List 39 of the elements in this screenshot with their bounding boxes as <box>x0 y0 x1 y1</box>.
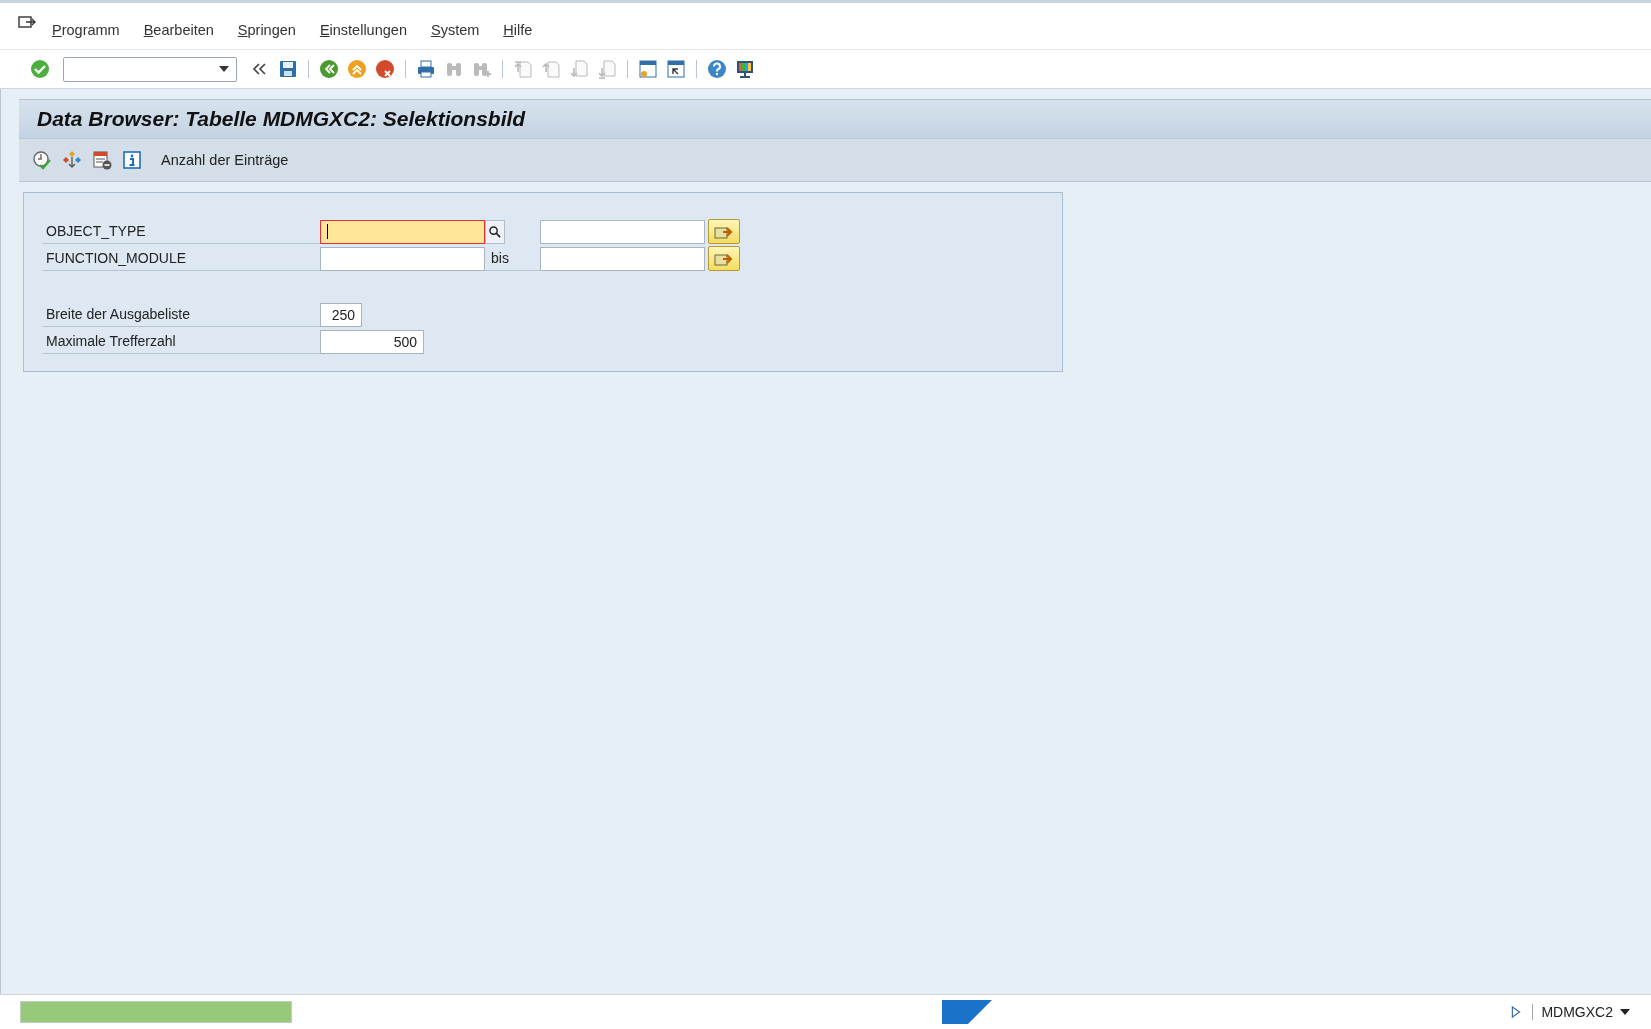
input-field[interactable] <box>540 246 705 271</box>
menu-item[interactable]: System <box>418 22 492 38</box>
menu-item[interactable]: Bearbeiten <box>131 22 226 38</box>
list-delete-icon[interactable] <box>91 149 113 171</box>
input-field[interactable] <box>540 219 705 244</box>
menu-item[interactable]: Einstellungen <box>307 22 419 38</box>
menu-item[interactable]: Springen <box>225 22 308 38</box>
clock-check-icon[interactable] <box>31 149 53 171</box>
field-label: Breite der Ausgabeliste <box>42 302 320 327</box>
multiple-selection-button[interactable] <box>708 246 740 271</box>
window-shortcut-icon[interactable] <box>665 58 687 80</box>
search-icon[interactable] <box>487 223 503 240</box>
dropdown-caret-icon[interactable] <box>1619 1008 1631 1016</box>
save-icon[interactable] <box>277 58 299 80</box>
input-field[interactable] <box>320 219 485 244</box>
field-label: Maximale Trefferzahl <box>42 329 320 354</box>
entry-count-button[interactable]: Anzahl der Einträge <box>157 150 293 170</box>
field-label: OBJECT_TYPE <box>42 219 320 244</box>
info-icon[interactable] <box>121 149 143 171</box>
check-icon[interactable] <box>29 58 51 80</box>
cancel-icon[interactable] <box>374 58 396 80</box>
menu-item[interactable]: Hilfe <box>491 22 545 38</box>
command-field[interactable] <box>63 56 237 82</box>
logo-icon <box>942 1000 992 1024</box>
screen-title: Data Browser: Tabelle MDMGXC2: Selektionsbild <box>19 99 1651 138</box>
back-icon[interactable] <box>318 58 340 80</box>
menu-item[interactable]: Programm <box>40 22 132 38</box>
print-icon[interactable] <box>415 58 437 80</box>
field-label: FUNCTION_MODULE <box>42 246 320 271</box>
help-icon[interactable] <box>706 58 728 80</box>
input-field[interactable]: 250 <box>320 302 362 327</box>
new-window-icon[interactable] <box>637 58 659 80</box>
input-field[interactable]: 500 <box>320 329 424 354</box>
session-info[interactable]: MDMGXC2 <box>1541 1004 1613 1020</box>
exit-icon[interactable] <box>346 58 368 80</box>
multiple-selection-button[interactable] <box>708 219 740 244</box>
dropdown-caret-icon[interactable] <box>218 65 230 73</box>
monitor-icon[interactable] <box>734 58 756 80</box>
input-field[interactable] <box>320 246 485 271</box>
